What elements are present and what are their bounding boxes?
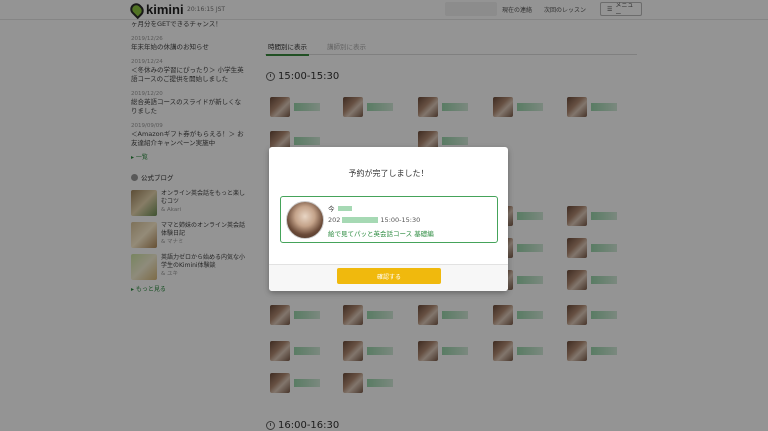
lesson-datetime: 202 15:00-15:30: [328, 216, 420, 224]
teacher-name-blurred: [337, 205, 352, 211]
lesson-date-prefix: 202: [328, 216, 341, 224]
lesson-course: 絵で見てパッと英会話コース 基礎編: [328, 230, 434, 238]
lesson-time: 15:00-15:30: [380, 216, 421, 224]
lesson-date-blurred: [342, 217, 379, 223]
modal-title: 予約が完了しました！: [348, 169, 429, 178]
teacher-avatar: [286, 201, 324, 239]
teacher-name: 今: [328, 203, 352, 213]
booking-complete-modal: 予約が完了しました！ 今 202 15:00-15:30 絵で見てパッと英会話コ…: [269, 147, 508, 291]
confirm-button[interactable]: 確認する: [337, 268, 441, 284]
booking-card: 今 202 15:00-15:30 絵で見てパッと英会話コース 基礎編: [280, 196, 498, 243]
teacher-name-prefix: 今: [328, 205, 335, 213]
